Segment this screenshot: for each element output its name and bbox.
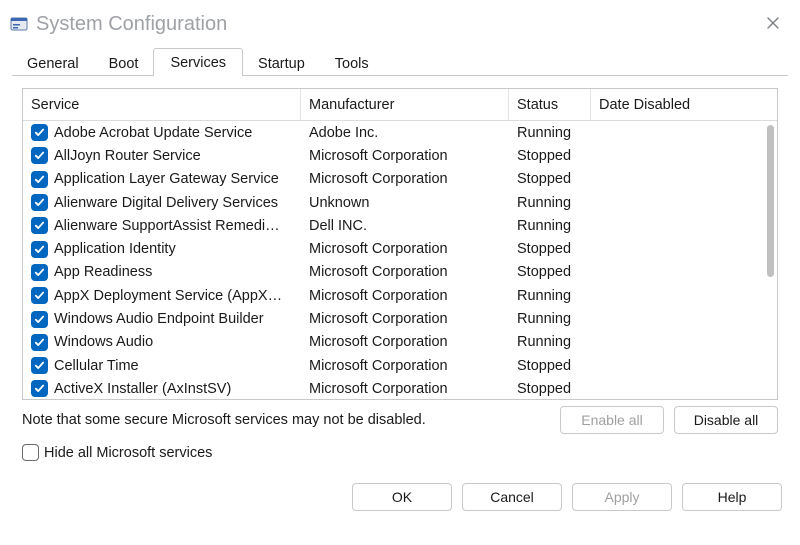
service-row[interactable]: Adobe Acrobat Update Service Adobe Inc.Ru… <box>23 121 777 144</box>
service-name: AllJoyn Router Service <box>54 148 201 164</box>
tab-body-services: Service Manufacturer Status Date Disable… <box>12 76 788 469</box>
services-listview: Service Manufacturer Status Date Disable… <box>22 88 778 400</box>
scrollbar-thumb[interactable] <box>767 125 774 277</box>
service-row[interactable]: AppX Deployment Service (AppX… Microsoft … <box>23 284 777 307</box>
enable-all-button[interactable]: Enable all <box>560 406 664 434</box>
service-row[interactable]: Windows Audio Endpoint Builder Microsoft … <box>23 307 777 330</box>
service-row[interactable]: AllJoyn Router Service Microsoft Corporat… <box>23 144 777 167</box>
service-row[interactable]: ActiveX Installer (AxInstSV) Microsoft Co… <box>23 377 777 399</box>
window-title: System Configuration <box>36 13 756 36</box>
disable-all-button[interactable]: Disable all <box>674 406 778 434</box>
close-icon[interactable] <box>756 12 790 37</box>
service-manufacturer: Microsoft Corporation <box>301 334 509 350</box>
tab-general[interactable]: General <box>12 50 94 76</box>
service-name: App Readiness <box>54 264 152 280</box>
service-checkbox[interactable] <box>31 334 48 351</box>
service-status: Stopped <box>509 358 591 374</box>
service-manufacturer: Microsoft Corporation <box>301 311 509 327</box>
help-button[interactable]: Help <box>682 483 782 511</box>
column-header-status[interactable]: Status <box>509 89 591 120</box>
service-checkbox[interactable] <box>31 124 48 141</box>
service-checkbox[interactable] <box>31 241 48 258</box>
service-name: Application Layer Gateway Service <box>54 171 279 187</box>
service-row[interactable]: Cellular Time Microsoft CorporationStoppe… <box>23 354 777 377</box>
service-checkbox[interactable] <box>31 357 48 374</box>
service-checkbox[interactable] <box>31 171 48 188</box>
service-status: Running <box>509 288 591 304</box>
service-manufacturer: Microsoft Corporation <box>301 241 509 257</box>
service-status: Running <box>509 218 591 234</box>
apply-button[interactable]: Apply <box>572 483 672 511</box>
service-status: Running <box>509 311 591 327</box>
service-name: Adobe Acrobat Update Service <box>54 125 252 141</box>
service-checkbox[interactable] <box>31 217 48 234</box>
service-manufacturer: Unknown <box>301 195 509 211</box>
service-status: Stopped <box>509 241 591 257</box>
service-status: Running <box>509 334 591 350</box>
service-checkbox[interactable] <box>31 264 48 281</box>
service-name: Cellular Time <box>54 358 139 374</box>
hide-ms-services-label[interactable]: Hide all Microsoft services <box>44 445 212 461</box>
service-manufacturer: Microsoft Corporation <box>301 148 509 164</box>
service-checkbox[interactable] <box>31 311 48 328</box>
service-manufacturer: Microsoft Corporation <box>301 171 509 187</box>
service-row[interactable]: Alienware Digital Delivery Services Unkno… <box>23 191 777 214</box>
secure-services-note: Note that some secure Microsoft services… <box>22 412 550 428</box>
service-status: Stopped <box>509 148 591 164</box>
service-name: Alienware Digital Delivery Services <box>54 195 278 211</box>
column-header-date-disabled[interactable]: Date Disabled <box>591 89 777 120</box>
service-row[interactable]: Application Layer Gateway Service Microso… <box>23 168 777 191</box>
service-checkbox[interactable] <box>31 147 48 164</box>
tab-tools[interactable]: Tools <box>320 50 384 76</box>
service-manufacturer: Microsoft Corporation <box>301 264 509 280</box>
tab-services[interactable]: Services <box>153 48 243 76</box>
column-header-service[interactable]: Service <box>23 89 301 120</box>
column-header-manufacturer[interactable]: Manufacturer <box>301 89 509 120</box>
cancel-button[interactable]: Cancel <box>462 483 562 511</box>
dialog-footer: OK Cancel Apply Help <box>0 469 800 511</box>
tab-boot[interactable]: Boot <box>94 50 154 76</box>
service-manufacturer: Microsoft Corporation <box>301 358 509 374</box>
service-checkbox[interactable] <box>31 287 48 304</box>
service-manufacturer: Microsoft Corporation <box>301 381 509 397</box>
service-name: AppX Deployment Service (AppX… <box>54 288 282 304</box>
service-name: Alienware SupportAssist Remedi… <box>54 218 280 234</box>
service-row[interactable]: Alienware SupportAssist Remedi… Dell INC.… <box>23 214 777 237</box>
service-row[interactable]: Windows Audio Microsoft CorporationRunnin… <box>23 331 777 354</box>
service-status: Stopped <box>509 381 591 397</box>
service-status: Stopped <box>509 264 591 280</box>
service-manufacturer: Dell INC. <box>301 218 509 234</box>
service-name: Windows Audio <box>54 334 153 350</box>
ok-button[interactable]: OK <box>352 483 452 511</box>
service-manufacturer: Microsoft Corporation <box>301 288 509 304</box>
tab-startup[interactable]: Startup <box>243 50 320 76</box>
title-bar: System Configuration <box>0 0 800 46</box>
service-status: Running <box>509 125 591 141</box>
tab-strip: GeneralBootServicesStartupTools <box>0 46 800 76</box>
service-checkbox[interactable] <box>31 380 48 397</box>
service-name: Application Identity <box>54 241 176 257</box>
listview-body: Adobe Acrobat Update ServiceAdobe Inc.Ru… <box>23 121 777 399</box>
service-status: Running <box>509 195 591 211</box>
service-status: Stopped <box>509 171 591 187</box>
service-manufacturer: Adobe Inc. <box>301 125 509 141</box>
service-name: Windows Audio Endpoint Builder <box>54 311 264 327</box>
service-row[interactable]: Application Identity Microsoft Corporatio… <box>23 237 777 260</box>
msconfig-icon <box>10 15 28 33</box>
listview-header: Service Manufacturer Status Date Disable… <box>23 89 777 121</box>
hide-ms-services-checkbox[interactable] <box>22 444 39 461</box>
service-row[interactable]: App Readiness Microsoft CorporationStoppe… <box>23 261 777 284</box>
service-name: ActiveX Installer (AxInstSV) <box>54 381 231 397</box>
service-checkbox[interactable] <box>31 194 48 211</box>
